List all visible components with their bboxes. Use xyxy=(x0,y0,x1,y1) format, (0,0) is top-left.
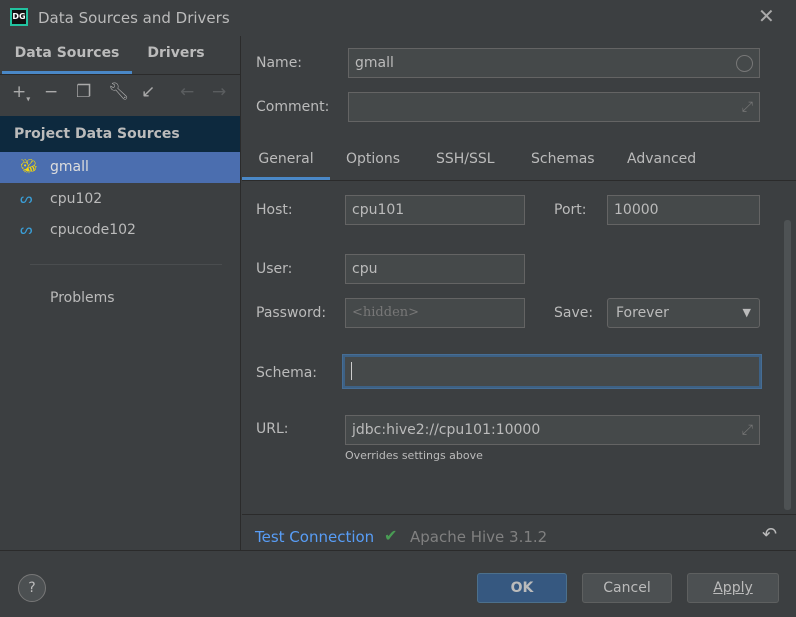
divider xyxy=(0,74,240,75)
save-select[interactable]: Forever ▼ xyxy=(607,298,760,328)
import-icon[interactable]: ↙ xyxy=(141,82,155,102)
tab-data-sources[interactable]: Data Sources xyxy=(2,36,132,74)
help-button[interactable]: ? xyxy=(18,574,46,602)
save-label: Save: xyxy=(554,305,594,321)
name-value: gmall xyxy=(355,55,394,71)
color-circle-icon[interactable] xyxy=(736,55,753,72)
url-input[interactable]: jdbc:hive2://cpu101:10000 ⤢ xyxy=(345,415,760,445)
url-value: jdbc:hive2://cpu101:10000 xyxy=(352,422,541,438)
remove-icon[interactable]: − xyxy=(44,82,58,102)
list-item[interactable]: 🐝︎ gmall xyxy=(0,152,240,183)
cancel-button[interactable]: Cancel xyxy=(582,573,672,603)
comment-label: Comment: xyxy=(256,99,330,115)
tab-options[interactable]: Options xyxy=(346,142,400,180)
window-title: Data Sources and Drivers xyxy=(38,9,230,27)
expand-icon[interactable]: ⤢ xyxy=(742,93,753,121)
schema-label: Schema: xyxy=(256,365,318,381)
problems-item[interactable]: Problems xyxy=(50,290,115,306)
check-icon: ✔ xyxy=(384,526,398,545)
test-connection-link[interactable]: Test Connection xyxy=(255,528,374,546)
tab-general[interactable]: General xyxy=(242,142,330,180)
tab-schemas[interactable]: Schemas xyxy=(531,142,595,180)
wrench-icon[interactable]: 🔧︎ xyxy=(108,82,130,102)
text-cursor xyxy=(351,362,352,380)
item-label: cpu102 xyxy=(50,191,103,207)
chevron-down-icon: ▼ xyxy=(742,306,751,319)
port-label: Port: xyxy=(554,202,587,218)
list-item[interactable]: ᔕ cpu102 xyxy=(0,184,240,215)
forward-icon: → xyxy=(212,82,227,102)
expand-icon[interactable]: ⤢ xyxy=(742,416,753,444)
left-panel xyxy=(0,36,241,551)
item-label: gmall xyxy=(50,159,89,175)
tab-ssh-ssl[interactable]: SSH/SSL xyxy=(436,142,495,180)
user-label: User: xyxy=(256,261,293,277)
host-label: Host: xyxy=(256,202,293,218)
url-label: URL: xyxy=(256,421,289,437)
divider xyxy=(242,514,796,515)
name-label: Name: xyxy=(256,55,303,71)
revert-icon[interactable]: ↶ xyxy=(762,524,777,545)
url-hint: Overrides settings above xyxy=(345,449,483,462)
back-icon: ← xyxy=(180,82,195,102)
title-bar: DG Data Sources and Drivers ✕ xyxy=(0,0,796,36)
mysql-icon: ᔕ xyxy=(20,191,33,207)
divider xyxy=(30,264,222,265)
list-item[interactable]: ᔕ cpucode102 xyxy=(0,215,240,246)
tab-advanced[interactable]: Advanced xyxy=(627,142,696,180)
item-label: cpucode102 xyxy=(50,222,136,238)
scrollbar[interactable] xyxy=(784,220,791,510)
mysql-icon: ᔕ xyxy=(20,222,33,238)
comment-input[interactable]: ⤢ xyxy=(348,92,760,122)
driver-version: Apache Hive 3.1.2 xyxy=(410,528,548,546)
password-label: Password: xyxy=(256,305,327,321)
apply-button[interactable]: Apply xyxy=(687,573,779,603)
divider xyxy=(0,550,796,551)
host-input[interactable]: cpu101 xyxy=(345,195,525,225)
tab-drivers[interactable]: Drivers xyxy=(132,36,220,74)
password-input[interactable]: <hidden> xyxy=(345,298,525,328)
ok-button[interactable]: OK xyxy=(477,573,567,603)
name-input[interactable]: gmall xyxy=(348,48,760,78)
copy-icon[interactable]: ❐ xyxy=(76,82,91,102)
port-input[interactable]: 10000 xyxy=(607,195,760,225)
divider xyxy=(242,180,796,181)
datagrip-logo: DG xyxy=(10,8,28,26)
schema-input[interactable] xyxy=(343,355,761,388)
add-icon[interactable]: +▾ xyxy=(12,82,30,103)
save-value: Forever xyxy=(616,305,669,321)
hive-icon: 🐝︎ xyxy=(20,159,38,175)
user-input[interactable]: cpu xyxy=(345,254,525,284)
project-data-sources-header: Project Data Sources xyxy=(0,116,240,152)
close-icon[interactable]: ✕ xyxy=(758,4,775,28)
